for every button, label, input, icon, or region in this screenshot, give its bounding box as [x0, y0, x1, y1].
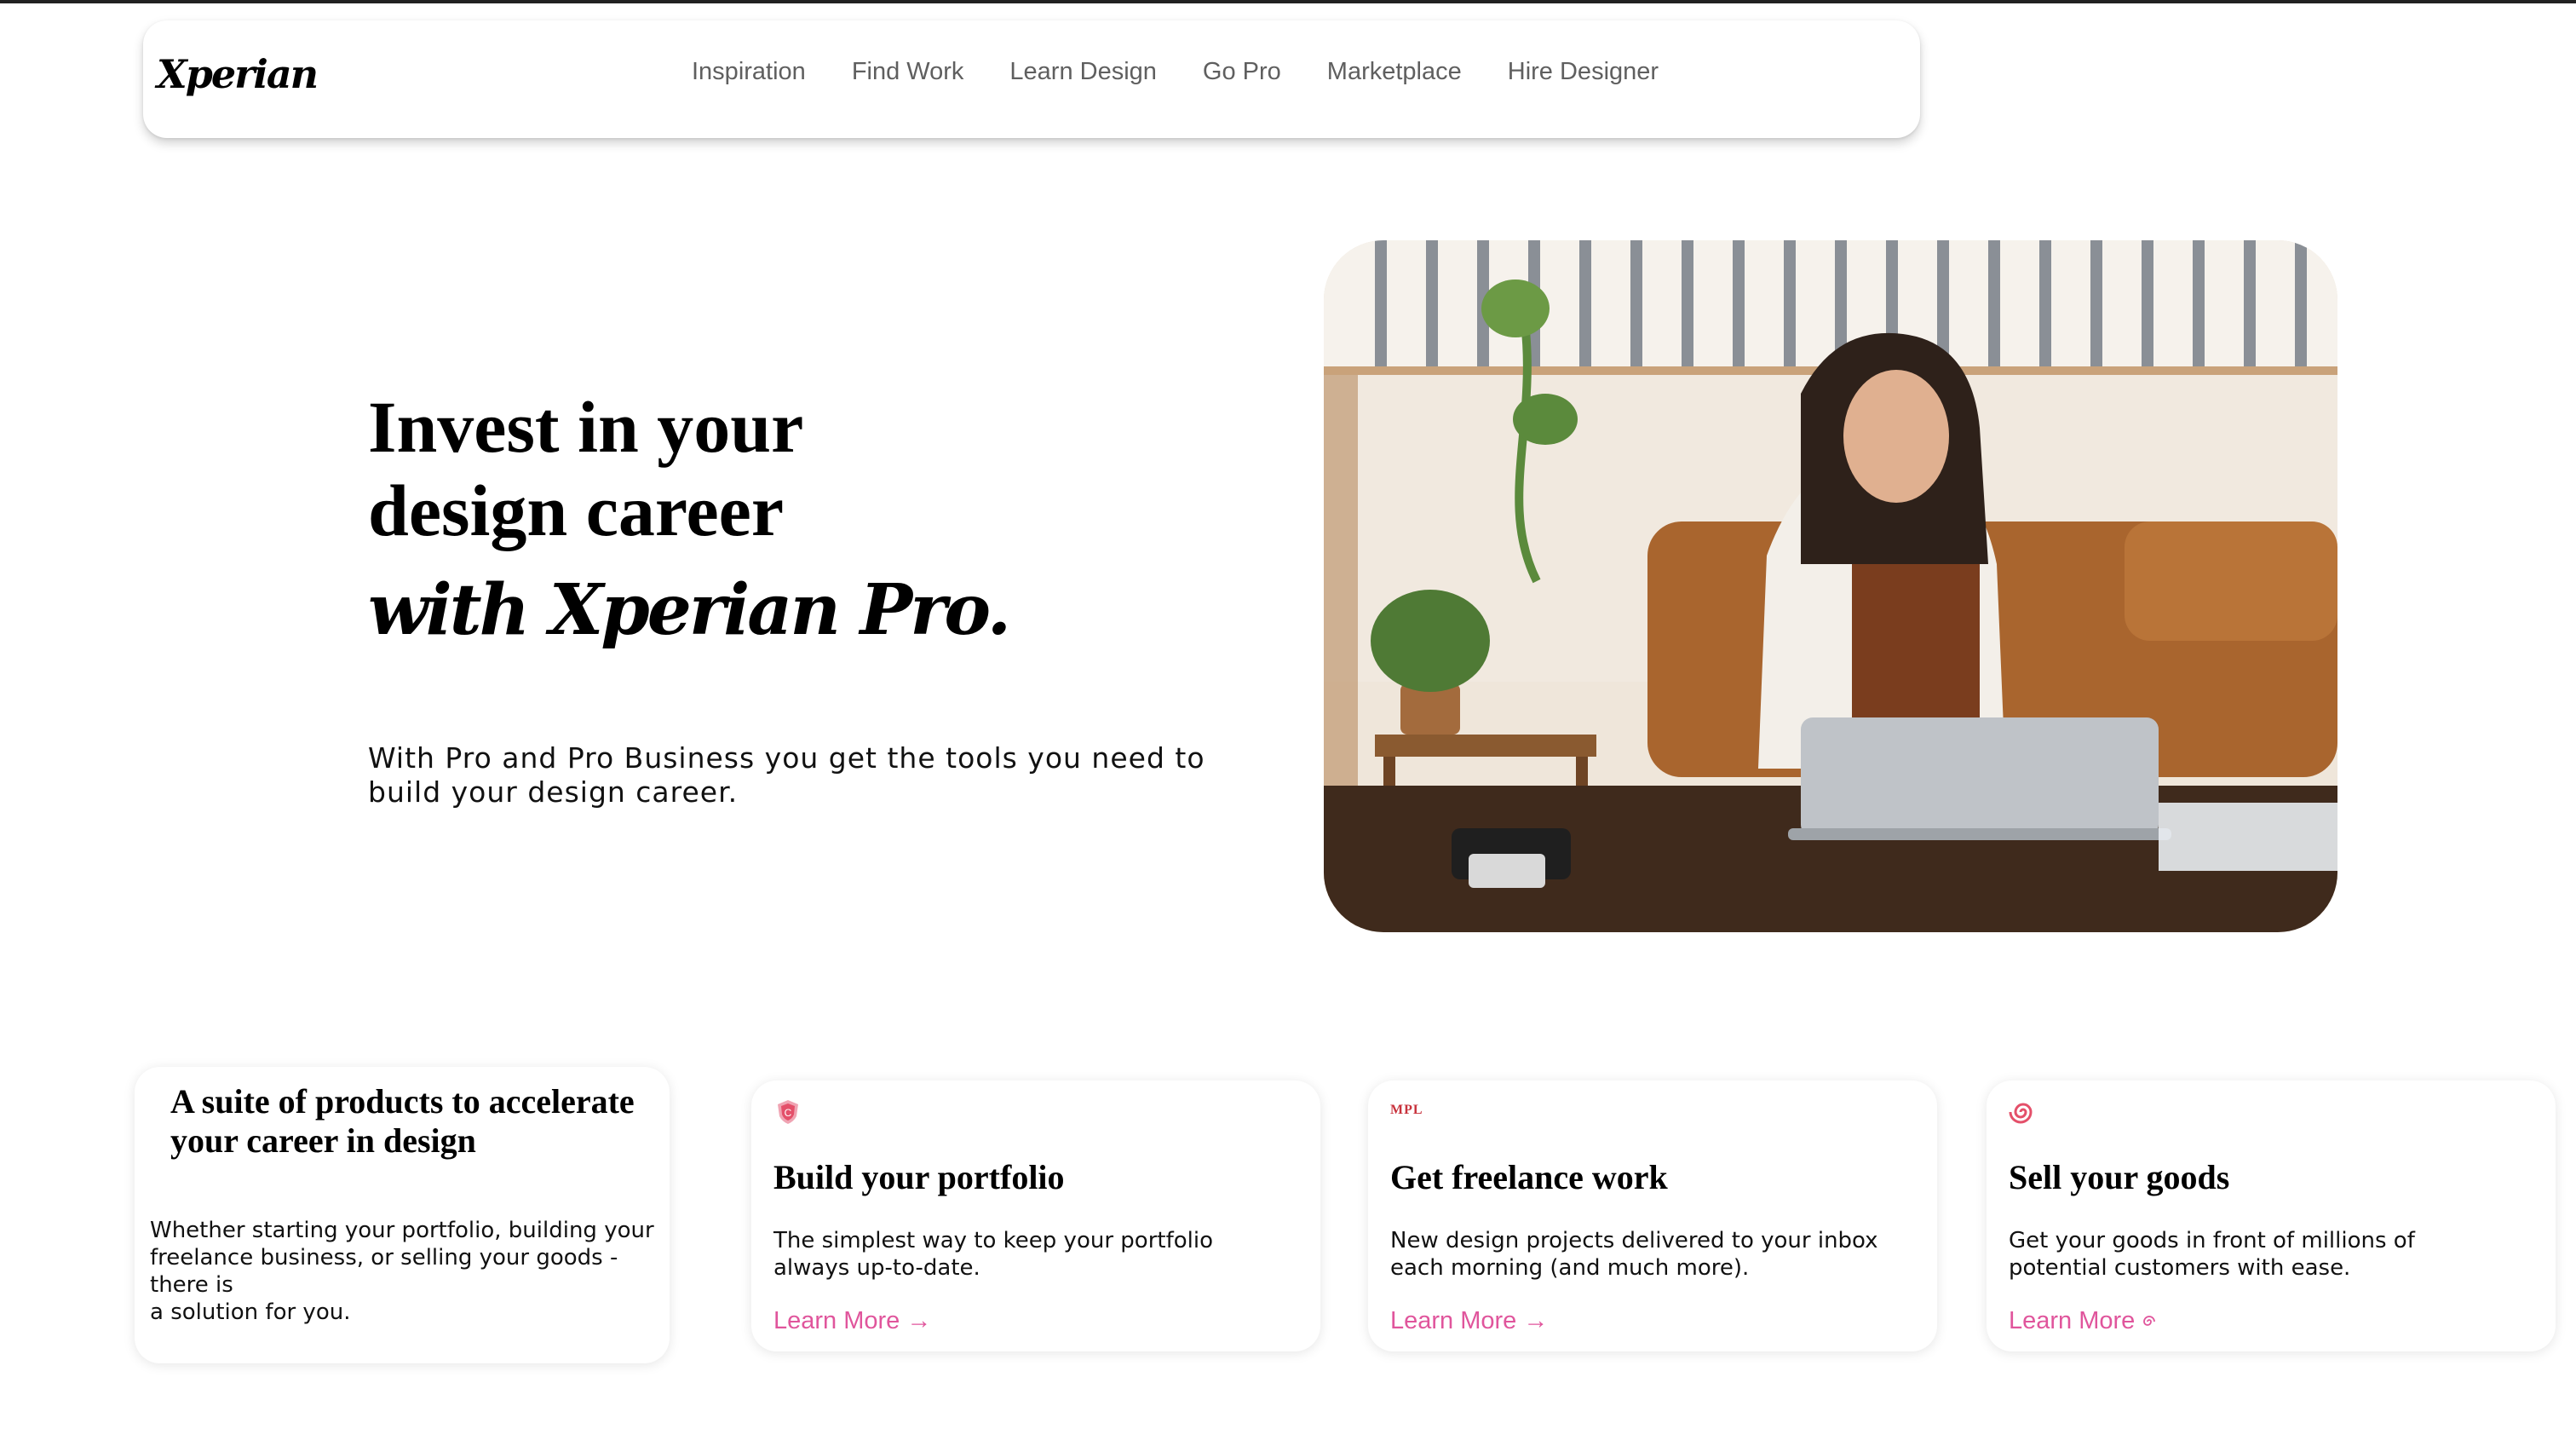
card-text: The simplest way to keep your portfolio … [773, 1228, 1213, 1281]
intro-card-text: Whether starting your portfolio, buildin… [150, 1217, 661, 1326]
card-title: Sell your goods [2009, 1158, 2230, 1196]
card-build-portfolio: C Build your portfolio The simplest way … [751, 1080, 1320, 1351]
hero-title-line1: Invest in your [368, 386, 804, 468]
nav-inspiration[interactable]: Inspiration [692, 58, 806, 86]
navbar: Xperian Inspiration Find Work Learn Desi… [143, 20, 1920, 138]
hero-photo [1324, 240, 2337, 932]
learn-more-link[interactable]: Learn More [2009, 1307, 2157, 1335]
spiral-icon [2009, 1103, 2033, 1124]
logo[interactable]: Xperian [157, 51, 319, 97]
card-text: Get your goods in front of millions of p… [2009, 1228, 2415, 1281]
intro-card-title: A suite of products to accelerate your c… [170, 1082, 635, 1160]
svg-text:C: C [785, 1107, 792, 1119]
learn-more-link[interactable]: Learn More → [1390, 1307, 1548, 1335]
intro-card-text-part2: a solution for you. [150, 1299, 351, 1325]
intro-card-text-part1: Whether starting your portfolio, buildin… [150, 1218, 654, 1298]
nav-learn-design[interactable]: Learn Design [1009, 58, 1157, 86]
nav-marketplace[interactable]: Marketplace [1327, 58, 1462, 86]
nav-links: Inspiration Find Work Learn Design Go Pr… [692, 58, 1705, 86]
learn-more-link[interactable]: Learn More → [773, 1307, 931, 1335]
nav-find-work[interactable]: Find Work [852, 58, 964, 86]
card-freelance-work: MPL Get freelance work New design projec… [1368, 1080, 1937, 1351]
card-sell-goods: Sell your goods Get your goods in front … [1987, 1080, 2556, 1351]
hero-script-title: with Xperian Pro. [368, 569, 1011, 651]
mpl-badge: MPL [1390, 1103, 1423, 1117]
hero-title: Invest in your design career [368, 385, 1049, 552]
card-title: Get freelance work [1390, 1158, 1668, 1196]
spiral-icon [2143, 1316, 2156, 1327]
hero-subtitle: With Pro and Pro Business you get the to… [368, 741, 1205, 809]
nav-hire-designer[interactable]: Hire Designer [1508, 58, 1659, 86]
card-title: Build your portfolio [773, 1158, 1065, 1196]
intro-card: A suite of products to accelerate your c… [135, 1067, 670, 1363]
nav-go-pro[interactable]: Go Pro [1203, 58, 1281, 86]
shield-icon: C [778, 1100, 798, 1124]
card-text: New design projects delivered to your in… [1390, 1228, 1878, 1281]
hero-title-line2: design career [368, 470, 784, 551]
top-border [0, 0, 2576, 3]
learn-more-label: Learn More [2009, 1307, 2136, 1334]
